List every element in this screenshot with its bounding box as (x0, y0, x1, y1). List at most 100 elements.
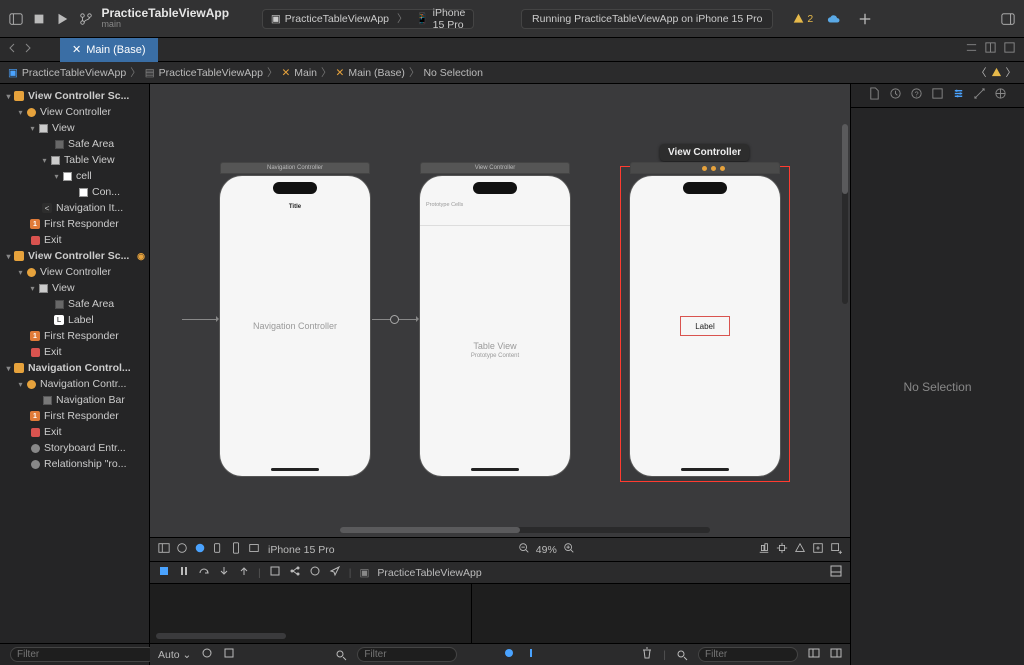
outline-view-2[interactable]: ▾View (0, 280, 149, 296)
console-output-toggle[interactable] (503, 647, 515, 662)
outline-issues-prev[interactable]: 〈 (976, 65, 987, 80)
history-inspector-tab[interactable] (889, 87, 902, 105)
size-inspector-tab[interactable] (973, 87, 986, 105)
uilabel-element[interactable]: Label (680, 316, 730, 336)
branch-icon[interactable] (78, 8, 93, 30)
crumb-1[interactable]: PracticeTableViewApp (159, 67, 263, 79)
zoom-level[interactable]: 49% (536, 544, 557, 556)
jump-bar[interactable]: ▣ PracticeTableViewApp〉 ▤ PracticeTableV… (0, 62, 1024, 84)
outline-firstresponder-1[interactable]: 1First Responder (0, 216, 149, 232)
console-metadata-toggle[interactable] (525, 647, 537, 662)
help-inspector-tab[interactable]: ? (910, 87, 923, 105)
crumb-4[interactable]: No Selection (423, 67, 483, 79)
scene-tableview-controller[interactable]: View Controller Prototype Cells Table Vi… (420, 176, 570, 476)
scene-label-controller[interactable]: Label (630, 176, 780, 476)
outline-entrypoint[interactable]: Storyboard Entr... (0, 440, 149, 456)
outline-vc-1[interactable]: ▾View Controller (0, 104, 149, 120)
outline-scene-2[interactable]: ▾View Controller Sc...◉ (0, 248, 149, 264)
environment-button[interactable] (309, 565, 321, 580)
variables-filter-input[interactable] (357, 647, 457, 662)
outline-toggle-button[interactable] (158, 542, 170, 557)
scene-navigation-controller[interactable]: Navigation Controller Title Navigation C… (220, 176, 370, 476)
appearance-button[interactable] (194, 542, 206, 557)
segue-node-icon[interactable] (390, 315, 399, 324)
variables-pane[interactable] (150, 584, 472, 643)
outline-tableview[interactable]: ▾Table View (0, 152, 149, 168)
forward-button[interactable] (22, 41, 34, 59)
outline-tree[interactable]: ▾View Controller Sc... ▾View Controller … (0, 84, 149, 643)
align-button[interactable] (758, 542, 770, 557)
debug-area-toggle[interactable] (830, 565, 842, 580)
warning-badge[interactable]: 2 (793, 13, 813, 25)
attributes-inspector-tab[interactable] (952, 87, 965, 105)
outline-view-1[interactable]: ▾View (0, 120, 149, 136)
outline-filter-input[interactable] (10, 647, 156, 662)
resolve-button[interactable] (794, 542, 806, 557)
outline-navbar[interactable]: Navigation Bar (0, 392, 149, 408)
outline-vc-2[interactable]: ▾View Controller (0, 264, 149, 280)
crumb-0[interactable]: PracticeTableViewApp (22, 67, 126, 79)
outline-exit-1[interactable]: Exit (0, 232, 149, 248)
outline-scene-1[interactable]: ▾View Controller Sc... (0, 88, 149, 104)
outline-firstresponder-2[interactable]: 1First Responder (0, 328, 149, 344)
canvas-v-scrollbar[interactable] (842, 124, 848, 304)
step-into-button[interactable] (218, 565, 230, 580)
related-items-button[interactable] (965, 41, 978, 59)
outline-exit-2[interactable]: Exit (0, 344, 149, 360)
console-pane[interactable] (472, 584, 850, 643)
adjust-editor-button[interactable] (984, 41, 997, 59)
outline-scene-3[interactable]: ▾Navigation Control... (0, 360, 149, 376)
inspector-toggle-button[interactable] (1001, 8, 1016, 30)
outline-exit-3[interactable]: Exit (0, 424, 149, 440)
outline-label[interactable]: LLabel (0, 312, 149, 328)
zoom-in-button[interactable] (563, 542, 575, 557)
outline-issues-next[interactable]: 〉 (1006, 65, 1017, 80)
device-label[interactable]: iPhone 15 Pro (268, 544, 335, 556)
outline-contentview[interactable]: Con... (0, 184, 149, 200)
outline-navcontroller[interactable]: ▾Navigation Contr... (0, 376, 149, 392)
step-over-button[interactable] (198, 565, 210, 580)
step-out-button[interactable] (238, 565, 250, 580)
pin-button[interactable] (776, 542, 788, 557)
back-button[interactable] (6, 41, 18, 59)
entry-point-arrow[interactable] (182, 319, 218, 320)
view-debug-button[interactable] (269, 565, 281, 580)
identity-inspector-tab[interactable] (931, 87, 944, 105)
prototype-cell[interactable] (420, 212, 570, 226)
outline-firstresponder-3[interactable]: 1First Responder (0, 408, 149, 424)
crumb-2[interactable]: Main (294, 67, 317, 79)
file-inspector-tab[interactable] (868, 87, 881, 105)
auto-menu[interactable]: Auto ⌄ (158, 649, 191, 661)
run-button[interactable] (55, 8, 70, 30)
vars-pane-toggle[interactable] (808, 647, 820, 662)
tab-main-storyboard[interactable]: ✕ Main (Base) (60, 38, 158, 62)
location-button[interactable] (329, 565, 341, 580)
scope2-icon[interactable] (223, 647, 235, 662)
outline-safearea-1[interactable]: Safe Area (0, 136, 149, 152)
outline-safearea-2[interactable]: Safe Area (0, 296, 149, 312)
canvas-h-scrollbar[interactable] (340, 527, 710, 533)
orientation-button[interactable] (212, 542, 224, 557)
storyboard-canvas[interactable]: Navigation Controller Title Navigation C… (150, 84, 850, 537)
outline-cell[interactable]: ▾cell (0, 168, 149, 184)
trash-button[interactable] (641, 647, 653, 662)
accessibility-button[interactable] (248, 542, 260, 557)
scene-dock-1[interactable]: Navigation Controller (220, 162, 370, 174)
zoom-out-button[interactable] (518, 542, 530, 557)
library-button[interactable] (857, 8, 872, 30)
scene-dock-3[interactable] (630, 162, 780, 174)
outline-navitem[interactable]: <Navigation It... (0, 200, 149, 216)
pause-button[interactable] (178, 565, 190, 580)
add-editor-button[interactable] (1003, 41, 1016, 59)
library-plus-button[interactable] (830, 542, 842, 557)
assistant-button[interactable] (176, 542, 188, 557)
scene-dock-2[interactable]: View Controller (420, 162, 570, 174)
memory-graph-button[interactable] (289, 565, 301, 580)
outline-relationship[interactable]: Relationship "ro... (0, 456, 149, 472)
crumb-3[interactable]: Main (Base) (348, 67, 405, 79)
connections-inspector-tab[interactable] (994, 87, 1007, 105)
nav-toggle-button[interactable] (8, 8, 23, 30)
stop-button[interactable] (31, 8, 46, 30)
cloud-status-icon[interactable] (827, 13, 841, 25)
device-button[interactable] (230, 542, 242, 557)
